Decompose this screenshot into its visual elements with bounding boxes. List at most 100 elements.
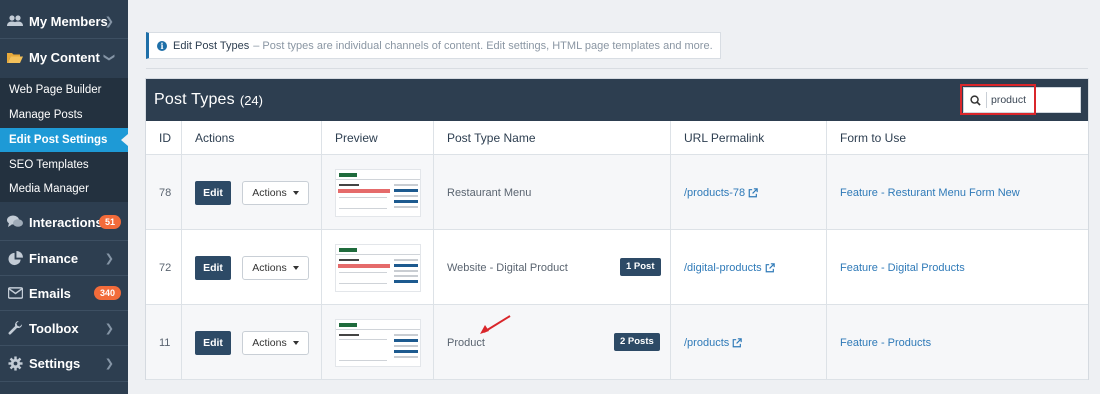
table-row: 78 Edit Actions Restaurant Menu /product… bbox=[146, 155, 1088, 230]
url-permalink-link[interactable]: /products bbox=[684, 337, 742, 349]
chevron-right-icon: ❯ bbox=[104, 357, 114, 370]
row-form: Feature - Resturant Menu Form New bbox=[840, 155, 1020, 230]
sidebar-item-toolbox[interactable]: Toolbox ❯ bbox=[0, 311, 128, 345]
row-id: 72 bbox=[159, 261, 172, 274]
url-permalink-link[interactable]: /digital-products bbox=[684, 262, 775, 274]
sidebar-item-interactions[interactable]: Interactions 51 bbox=[0, 205, 128, 239]
column-header-preview: Preview bbox=[335, 131, 378, 145]
preview-thumbnail[interactable] bbox=[335, 168, 421, 217]
sidebar-item-my-content[interactable]: My Content ❯ bbox=[0, 40, 128, 74]
users-icon bbox=[7, 13, 23, 29]
preview-thumbnail[interactable] bbox=[335, 243, 421, 292]
edit-button[interactable]: Edit bbox=[195, 330, 231, 355]
folder-open-icon bbox=[7, 49, 23, 65]
actions-dropdown[interactable]: Actions bbox=[242, 255, 309, 280]
actions-label: Actions bbox=[252, 186, 287, 199]
row-url: /products-78 bbox=[684, 155, 758, 230]
sidebar-item-settings[interactable]: Settings ❯ bbox=[0, 346, 128, 380]
row-url: /products bbox=[684, 305, 742, 380]
edit-button[interactable]: Edit bbox=[195, 180, 231, 205]
caret-down-icon bbox=[292, 190, 299, 195]
table-header: ID Actions Preview Post Type Name URL Pe… bbox=[146, 121, 1088, 155]
row-id: 11 bbox=[159, 336, 171, 349]
post-types-panel: Post Types (24) ID Actions Preview Post … bbox=[145, 78, 1089, 380]
caret-down-icon bbox=[292, 340, 299, 345]
url-permalink-link[interactable]: /products-78 bbox=[684, 187, 758, 199]
divider bbox=[0, 381, 128, 382]
external-link-icon bbox=[748, 187, 758, 197]
sidebar: My Members ❯ My Content ❯ Web Page Build… bbox=[0, 0, 128, 394]
table-row: 72 Edit Actions Website - Digital Produc… bbox=[146, 230, 1088, 305]
sidebar-subitem-media-manager[interactable]: Media Manager bbox=[0, 177, 128, 201]
url-text: /digital-products bbox=[684, 261, 762, 274]
preview-thumbnail[interactable] bbox=[335, 318, 421, 367]
row-id: 78 bbox=[159, 186, 172, 199]
info-description: – Post types are individual channels of … bbox=[253, 39, 713, 52]
panel-header: Post Types (24) bbox=[146, 79, 1088, 121]
info-title: Edit Post Types bbox=[173, 39, 250, 52]
info-banner: i Edit Post Types – Post types are indiv… bbox=[146, 32, 721, 59]
divider bbox=[146, 68, 1088, 69]
column-divider bbox=[181, 121, 182, 380]
post-count-badge: 2 Posts bbox=[614, 333, 660, 351]
column-header-actions: Actions bbox=[195, 131, 235, 145]
comments-icon bbox=[7, 214, 23, 230]
sidebar-submenu: Web Page Builder Manage Posts Edit Post … bbox=[0, 78, 128, 202]
actions-label: Actions bbox=[252, 336, 287, 349]
search-icon bbox=[970, 94, 981, 106]
search-input[interactable] bbox=[986, 92, 1066, 108]
wrench-icon bbox=[7, 320, 23, 336]
actions-dropdown[interactable]: Actions bbox=[242, 180, 309, 205]
form-link[interactable]: Feature - Products bbox=[840, 337, 931, 349]
sidebar-item-label: Emails bbox=[29, 285, 71, 301]
search-box[interactable] bbox=[963, 87, 1081, 113]
edit-button[interactable]: Edit bbox=[195, 255, 231, 280]
row-preview bbox=[335, 155, 421, 230]
form-link[interactable]: Feature - Resturant Menu Form New bbox=[840, 187, 1020, 199]
gear-icon bbox=[7, 355, 23, 371]
row-form: Feature - Products bbox=[840, 305, 931, 380]
envelope-icon bbox=[7, 285, 23, 301]
sidebar-subitem-manage-posts[interactable]: Manage Posts bbox=[0, 103, 128, 127]
row-form: Feature - Digital Products bbox=[840, 230, 965, 305]
row-preview bbox=[335, 230, 421, 305]
notification-badge: 51 bbox=[98, 215, 121, 229]
url-text: /products-78 bbox=[684, 186, 746, 199]
post-type-name: Restaurant Menu bbox=[447, 186, 532, 199]
sidebar-item-label: Toolbox bbox=[29, 320, 79, 336]
row-actions: Edit Actions bbox=[195, 230, 309, 305]
info-icon: i bbox=[157, 40, 167, 51]
column-header-post-type-name: Post Type Name bbox=[447, 131, 536, 145]
chevron-down-icon: ❯ bbox=[102, 52, 115, 62]
column-divider bbox=[321, 121, 322, 380]
sidebar-item-label: My Content bbox=[29, 49, 100, 65]
sidebar-item-label: Interactions bbox=[29, 214, 103, 230]
row-url: /digital-products bbox=[684, 230, 775, 305]
row-post-type-name: Restaurant Menu bbox=[447, 155, 531, 230]
sidebar-item-label: Settings bbox=[29, 355, 81, 371]
sidebar-subitem-web-page-builder[interactable]: Web Page Builder bbox=[0, 78, 128, 102]
sidebar-item-emails[interactable]: Emails 340 bbox=[0, 276, 128, 310]
notification-badge: 340 bbox=[93, 286, 121, 300]
column-divider bbox=[670, 121, 671, 380]
row-preview bbox=[335, 305, 421, 380]
form-link[interactable]: Feature - Digital Products bbox=[840, 262, 965, 274]
table-row: 11 Edit Actions Product 2 Posts /product… bbox=[146, 305, 1088, 380]
sidebar-item-my-members[interactable]: My Members ❯ bbox=[0, 4, 128, 38]
chevron-right-icon: ❯ bbox=[104, 252, 114, 265]
caret-down-icon bbox=[292, 265, 299, 270]
sidebar-item-label: My Members bbox=[29, 13, 108, 29]
sidebar-item-finance[interactable]: Finance ❯ bbox=[0, 241, 128, 275]
sidebar-item-label: Finance bbox=[29, 250, 79, 266]
post-count-badge: 1 Post bbox=[620, 258, 661, 276]
sidebar-subitem-seo-templates[interactable]: SEO Templates bbox=[0, 153, 128, 177]
column-header-form-to-use: Form to Use bbox=[840, 131, 907, 145]
sidebar-subitem-edit-post-settings[interactable]: Edit Post Settings bbox=[0, 128, 128, 152]
row-post-type-name: Website - Digital Product bbox=[447, 230, 568, 305]
column-header-id: ID bbox=[159, 131, 171, 145]
external-link-icon bbox=[732, 337, 742, 347]
actions-dropdown[interactable]: Actions bbox=[242, 330, 309, 355]
chevron-right-icon: ❯ bbox=[104, 15, 114, 28]
actions-label: Actions bbox=[252, 261, 287, 274]
column-divider bbox=[433, 121, 434, 380]
